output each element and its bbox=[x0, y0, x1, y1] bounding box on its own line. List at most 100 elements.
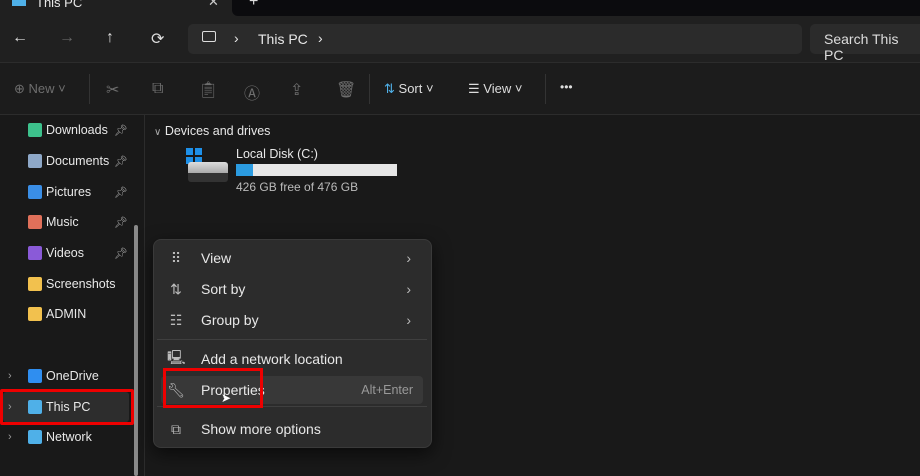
sidebar-item-admin[interactable]: ADMIN bbox=[0, 299, 140, 329]
new-button[interactable]: ⊕ New ˅ bbox=[14, 81, 66, 97]
sidebar-item-downloads[interactable]: Downloads 📌︎ bbox=[0, 115, 140, 145]
downloads-icon bbox=[28, 123, 42, 137]
close-tab-button[interactable]: ✕ bbox=[208, 0, 219, 10]
monitor-icon bbox=[202, 31, 216, 42]
plus-circle-icon: ⊕ bbox=[14, 81, 25, 96]
menu-item-label: View bbox=[201, 250, 232, 266]
videos-icon bbox=[28, 246, 42, 260]
refresh-button[interactable]: ⟳ bbox=[151, 29, 164, 49]
drive-usage-fill bbox=[236, 164, 253, 176]
chevron-right-icon: › bbox=[406, 281, 411, 297]
red-highlight-box bbox=[163, 368, 263, 408]
more-options-button[interactable]: ••• bbox=[560, 80, 573, 94]
drive-item[interactable] bbox=[186, 148, 230, 184]
sidebar-item-label: ADMIN bbox=[46, 307, 87, 321]
onedrive-icon bbox=[28, 369, 42, 383]
sort-button[interactable]: ⇅ Sort ˅ bbox=[384, 81, 434, 97]
cut-icon[interactable]: ✂ bbox=[106, 80, 119, 100]
forward-button[interactable]: → bbox=[59, 29, 75, 47]
command-bar bbox=[0, 62, 920, 115]
sidebar-item-documents[interactable]: Documents 📌︎ bbox=[0, 146, 140, 176]
shortcut-label: Alt+Enter bbox=[361, 383, 413, 397]
delete-icon[interactable]: 🗑︎ bbox=[336, 80, 356, 100]
pin-icon[interactable]: 📌︎ bbox=[114, 186, 128, 199]
breadcrumb-expand[interactable]: › bbox=[318, 30, 323, 46]
view-label: View bbox=[483, 81, 512, 96]
back-button[interactable]: ← bbox=[12, 29, 28, 47]
tab-bar bbox=[0, 0, 920, 16]
search-input[interactable]: Search This PC bbox=[810, 24, 920, 63]
group-icon: ☷ bbox=[169, 311, 183, 328]
sidebar-item-onedrive[interactable]: › OneDrive bbox=[0, 361, 140, 391]
new-tab-button[interactable]: + bbox=[249, 0, 258, 11]
menu-separator bbox=[157, 339, 427, 340]
pin-icon[interactable]: 📌︎ bbox=[114, 216, 128, 229]
divider bbox=[545, 74, 546, 104]
drive-free-space: 426 GB free of 476 GB bbox=[236, 180, 359, 194]
sidebar-item-pictures[interactable]: Pictures 📌︎ bbox=[0, 177, 140, 207]
chevron-down-icon: ∨ bbox=[154, 127, 162, 138]
sort-icon: ⇅ bbox=[384, 81, 395, 96]
menu-item-label: Add a network location bbox=[201, 351, 343, 367]
drive-name[interactable]: Local Disk (C:) bbox=[236, 147, 318, 161]
sidebar-item-videos[interactable]: Videos 📌︎ bbox=[0, 238, 140, 268]
rename-icon[interactable]: Ⓐ bbox=[244, 80, 260, 104]
sidebar-item-label: Downloads bbox=[46, 123, 108, 137]
admin-icon bbox=[28, 307, 42, 321]
breadcrumb-separator: › bbox=[234, 30, 239, 46]
sidebar-item-label: Screenshots bbox=[46, 277, 116, 291]
pin-icon[interactable]: 📌︎ bbox=[114, 124, 128, 137]
menu-item-label: Group by bbox=[201, 312, 259, 328]
chevron-right-icon: › bbox=[406, 312, 411, 328]
sidebar-item-label: Videos bbox=[46, 246, 84, 260]
menu-item-label: Sort by bbox=[201, 281, 246, 297]
pin-icon[interactable]: 📌︎ bbox=[114, 155, 128, 168]
sidebar-item-label: Network bbox=[46, 430, 92, 444]
red-highlight-box bbox=[0, 389, 134, 425]
grid-icon: ⠿ bbox=[170, 249, 182, 266]
section-devices-and-drives[interactable]: ∨ Devices and drives bbox=[154, 124, 270, 138]
paste-icon[interactable]: 📋︎ bbox=[198, 80, 218, 100]
network-icon bbox=[28, 430, 42, 444]
view-list-icon: ☰ bbox=[468, 81, 480, 96]
pictures-icon bbox=[28, 185, 42, 199]
sidebar-item-label: Pictures bbox=[46, 185, 92, 199]
pin-icon[interactable]: 📌︎ bbox=[114, 247, 128, 260]
menu-item-label: Show more options bbox=[201, 421, 321, 437]
drive-usage-bar bbox=[236, 164, 397, 176]
copy-icon[interactable]: ⧉ bbox=[152, 80, 163, 98]
share-icon[interactable]: ⇪ bbox=[290, 80, 303, 100]
sort-icon: ⇅ bbox=[170, 280, 182, 297]
menu-item-show-more-options[interactable]: ⧉ Show more options bbox=[161, 415, 423, 443]
section-label: Devices and drives bbox=[164, 124, 271, 138]
chevron-right-icon[interactable]: › bbox=[8, 431, 12, 443]
tab-strip bbox=[232, 0, 920, 16]
chevron-right-icon[interactable]: › bbox=[8, 370, 12, 382]
documents-icon bbox=[28, 154, 42, 168]
sidebar-item-screenshots[interactable]: Screenshots bbox=[0, 269, 140, 299]
divider bbox=[89, 74, 90, 104]
breadcrumb-this-pc[interactable]: This PC bbox=[258, 31, 308, 47]
chevron-right-icon: › bbox=[406, 250, 411, 266]
tab-this-pc[interactable]: This PC bbox=[36, 0, 82, 10]
menu-item-group-by[interactable]: ☷ Group by › bbox=[161, 306, 423, 334]
sidebar-item-label: Music bbox=[46, 215, 79, 229]
sidebar-scrollbar[interactable] bbox=[134, 225, 138, 476]
menu-item-sort-by[interactable]: ⇅ Sort by › bbox=[161, 275, 423, 303]
menu-item-view[interactable]: ⠿ View › bbox=[161, 244, 423, 272]
screenshots-icon bbox=[28, 277, 42, 291]
mouse-cursor-icon: ➤ bbox=[221, 391, 232, 405]
hard-drive-icon bbox=[188, 162, 228, 182]
expand-icon: ⧉ bbox=[171, 420, 181, 437]
sort-label: Sort bbox=[398, 81, 423, 96]
sidebar-item-network[interactable]: › Network bbox=[0, 422, 140, 452]
sidebar-item-label: Documents bbox=[46, 154, 110, 168]
sidebar-item-label: OneDrive bbox=[46, 369, 99, 383]
sidebar-item-music[interactable]: Music 📌︎ bbox=[0, 207, 140, 237]
address-bar[interactable]: › This PC › bbox=[188, 24, 802, 54]
this-pc-icon bbox=[12, 0, 26, 6]
new-label: New bbox=[28, 81, 55, 96]
view-button[interactable]: ☰ View ˅ bbox=[468, 81, 522, 97]
music-icon bbox=[28, 215, 42, 229]
up-button[interactable]: ↑ bbox=[106, 29, 114, 47]
